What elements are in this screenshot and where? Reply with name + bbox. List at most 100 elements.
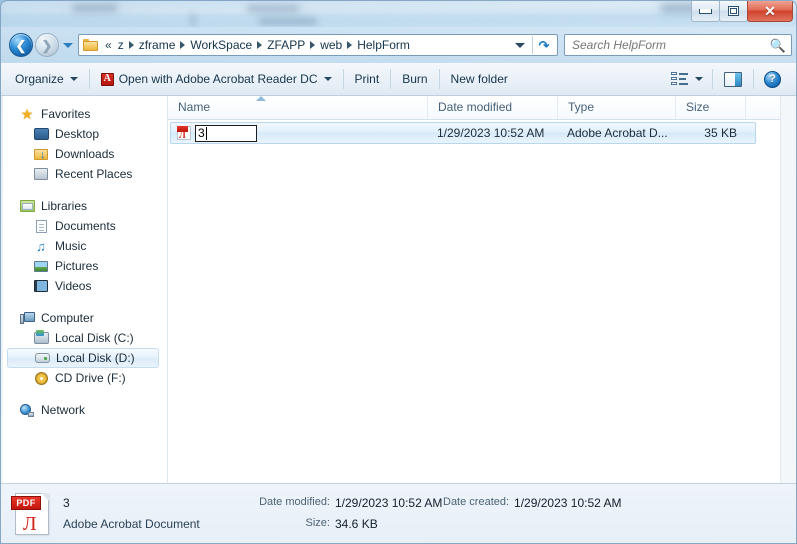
window-controls: ✕ [691, 1, 793, 22]
burn-button[interactable]: Burn [394, 68, 435, 91]
sidebar-item-computer[interactable]: Computer [1, 308, 167, 328]
restore-icon [728, 6, 739, 16]
sidebar-item-music[interactable]: ♫ Music [1, 236, 167, 256]
breadcrumb-item-zfapp[interactable]: ZFAPP [263, 36, 309, 54]
sidebar-item-cd-drive-f[interactable]: CD Drive (F:) [1, 368, 167, 388]
breadcrumb-overflow-button[interactable]: « [102, 38, 114, 52]
pictures-icon [33, 258, 49, 274]
restore-button[interactable] [719, 1, 748, 22]
pdf-file-icon: Л [177, 126, 191, 140]
rename-input[interactable]: 3 [195, 124, 257, 142]
change-view-button[interactable] [665, 68, 709, 91]
address-bar-strip: ❮ ❯ « z zframe WorkSpace ZFAPP web HelpF… [1, 27, 796, 63]
sidebar-item-local-disk-c[interactable]: Local Disk (C:) [1, 328, 167, 348]
sidebar-item-videos[interactable]: Videos [1, 276, 167, 296]
sidebar-label: Downloads [55, 147, 115, 161]
nav-section-favorites: ★ Favorites Desktop ↓ Downloads Recent P… [1, 104, 167, 184]
address-dropdown-chevron-down-icon[interactable] [515, 42, 525, 48]
toolbar-divider [390, 69, 392, 89]
sidebar-item-pictures[interactable]: Pictures [1, 256, 167, 276]
title-bar[interactable]: ✕ [1, 1, 796, 27]
sidebar-item-documents[interactable]: Documents [1, 216, 167, 236]
details-pane: PDF Л 3 Date modified: 1/29/2023 10:52 A… [1, 483, 796, 543]
acrobat-badge-letter: A [103, 73, 111, 84]
sidebar-label: Local Disk (D:) [56, 351, 135, 365]
toolbar-divider [88, 69, 90, 89]
breadcrumb-separator-icon[interactable] [310, 41, 316, 49]
breadcrumb: « z zframe WorkSpace ZFAPP web HelpForm [81, 36, 511, 54]
toolbar-divider [438, 69, 440, 89]
address-breadcrumb-bar[interactable]: « z zframe WorkSpace ZFAPP web HelpForm … [78, 34, 558, 56]
sidebar-item-network[interactable]: Network [1, 400, 167, 420]
explorer-window: ✕ ❮ ❯ « z zframe WorkSpace ZFAPP web Hel… [0, 0, 797, 544]
sidebar-item-libraries[interactable]: Libraries [1, 196, 167, 216]
search-icon[interactable]: 🔍 [770, 39, 786, 52]
print-button[interactable]: Print [347, 68, 388, 91]
forward-arrow-icon: ❯ [41, 37, 53, 53]
documents-icon [33, 218, 49, 234]
sidebar-label: Music [55, 239, 87, 253]
sidebar-label: Favorites [41, 107, 91, 121]
details-date-created: Date created: 1/29/2023 10:52 AM [443, 496, 621, 510]
cd-drive-icon [33, 370, 49, 386]
breadcrumb-item-helpform[interactable]: HelpForm [353, 36, 414, 54]
chevron-down-icon [69, 77, 78, 81]
recent-pages-chevron-down-icon[interactable] [63, 42, 73, 48]
details-text: 3 Date modified: 1/29/2023 10:52 AM Date… [63, 493, 621, 535]
sort-ascending-icon [256, 96, 266, 101]
navigation-pane[interactable]: ★ Favorites Desktop ↓ Downloads Recent P… [1, 96, 168, 483]
sidebar-label: Pictures [55, 259, 99, 273]
pdf-badge-label: PDF [16, 497, 36, 508]
preview-pane-button[interactable] [716, 68, 750, 91]
column-header-size[interactable]: Size [676, 96, 746, 119]
folder-icon[interactable] [83, 39, 98, 51]
sidebar-item-desktop[interactable]: Desktop [1, 124, 167, 144]
breadcrumb-separator-icon[interactable] [257, 41, 263, 49]
open-with-acrobat-button[interactable]: A Open with Adobe Acrobat Reader DC [93, 68, 340, 91]
minimize-button[interactable] [691, 1, 720, 22]
breadcrumb-item-zframe[interactable]: zframe [135, 36, 180, 54]
organize-button[interactable]: Organize [7, 68, 86, 91]
column-header-name[interactable]: Name [168, 96, 428, 119]
help-button[interactable]: ? [757, 68, 788, 91]
desktop-icon [33, 126, 49, 142]
sidebar-item-favorites[interactable]: ★ Favorites [1, 104, 167, 124]
search-box[interactable]: 🔍 [564, 34, 792, 56]
toolbar-divider [712, 69, 713, 89]
breadcrumb-separator-icon[interactable] [180, 41, 186, 49]
blurred-backdrop-shape [247, 5, 299, 12]
breadcrumb-item-web[interactable]: web [316, 36, 346, 54]
text-caret [205, 126, 207, 140]
file-list-pane[interactable]: Name Date modified Type Size Л 3 1/29/20… [168, 96, 796, 483]
search-input[interactable] [570, 37, 770, 53]
sidebar-label: Computer [41, 311, 94, 325]
close-button[interactable]: ✕ [747, 1, 793, 22]
forward-button[interactable]: ❯ [35, 33, 59, 57]
vertical-scrollbar[interactable] [780, 96, 796, 483]
new-folder-button[interactable]: New folder [443, 68, 516, 91]
details-date-created-label: Date created: [443, 496, 510, 508]
preview-pane-icon [724, 71, 742, 87]
breadcrumb-item-z[interactable]: z [114, 36, 128, 54]
back-button[interactable]: ❮ [9, 33, 33, 57]
breadcrumb-separator-icon[interactable] [128, 41, 134, 49]
column-header-type[interactable]: Type [558, 96, 676, 119]
navigation-buttons: ❮ ❯ [1, 33, 78, 57]
file-type-cell: Adobe Acrobat D... [567, 126, 668, 140]
sidebar-item-recent-places[interactable]: Recent Places [1, 164, 167, 184]
rename-input-value: 3 [198, 126, 205, 140]
column-header-date-modified[interactable]: Date modified [428, 96, 558, 119]
refresh-button[interactable]: ↷ [533, 35, 555, 55]
sidebar-item-downloads[interactable]: ↓ Downloads [1, 144, 167, 164]
sidebar-label: Desktop [55, 127, 100, 141]
details-date-created-value: 1/29/2023 10:52 AM [514, 496, 622, 510]
details-size: Size: 34.6 KB [238, 517, 443, 531]
blurred-backdrop-shape [259, 18, 317, 25]
file-name-cell[interactable]: Л 3 [171, 124, 429, 142]
sidebar-item-local-disk-d[interactable]: Local Disk (D:) [7, 348, 159, 368]
breadcrumb-item-workspace[interactable]: WorkSpace [186, 36, 256, 54]
back-arrow-icon: ❮ [15, 37, 27, 53]
blurred-backdrop-shape [191, 13, 195, 27]
table-row[interactable]: Л 3 1/29/2023 10:52 AM Adobe Acrobat D..… [170, 122, 756, 144]
breadcrumb-separator-icon[interactable] [347, 41, 353, 49]
